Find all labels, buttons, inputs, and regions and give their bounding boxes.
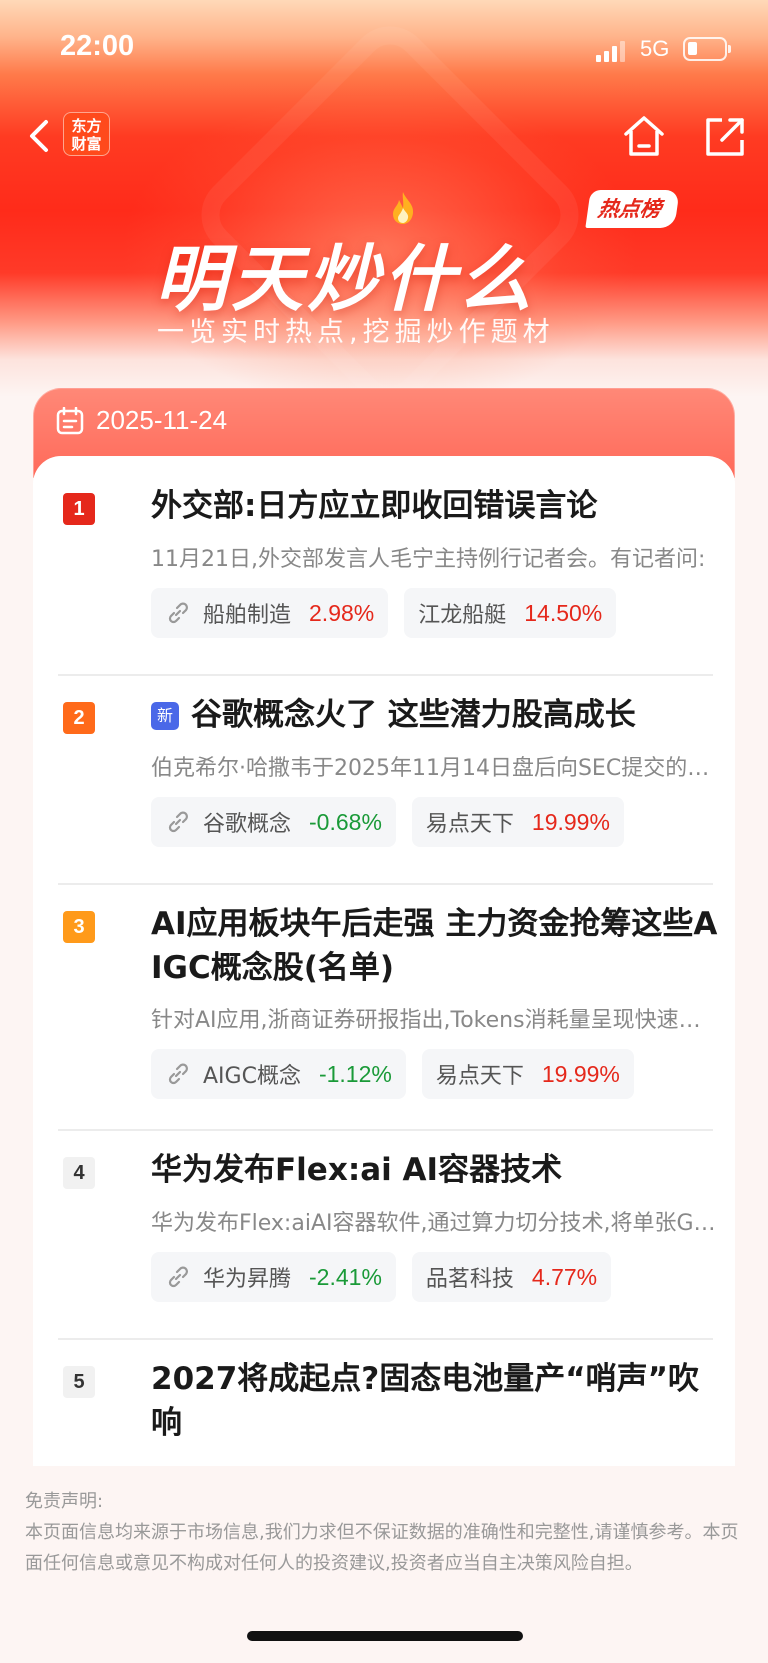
status-time: 22:00 — [60, 30, 135, 62]
tag-change: 4.77% — [531, 1263, 598, 1290]
home-button[interactable] — [620, 112, 668, 160]
tag-name: 华为昇腾 — [203, 1267, 292, 1292]
rank-badge: 4 — [63, 1157, 95, 1189]
tag-name: 品茗科技 — [425, 1267, 514, 1292]
stock-tag[interactable]: 易点天下 19.99% — [421, 1049, 634, 1099]
item-summary: 11月21日,外交部发言人毛宁主持例行记者会。有记者问: — [151, 547, 706, 572]
share-icon — [706, 118, 744, 156]
tag-change: 19.99% — [531, 808, 610, 835]
item-tags: 华为昇腾 -2.41% 品茗科技 4.77% — [151, 1252, 612, 1304]
item-title[interactable]: AI应用板块午后走强 主力资金抢筹这些AIGC概念股(名单) — [151, 902, 726, 990]
battery-icon — [683, 37, 731, 61]
share-button[interactable] — [700, 112, 748, 160]
tag-change: -0.68% — [309, 808, 382, 835]
item-tags: AIGC概念 -1.12% 易点天下 19.99% — [151, 1049, 634, 1101]
tag-change: 19.99% — [541, 1060, 620, 1087]
item-tags: 船舶制造 2.98% 江龙船艇 14.50% — [151, 588, 617, 640]
concept-tag[interactable]: 华为昇腾 -2.41% — [151, 1252, 396, 1302]
calendar-icon — [56, 407, 84, 435]
divider — [58, 883, 713, 885]
divider — [58, 674, 713, 676]
chevron-left-icon — [30, 120, 48, 152]
item-tags: 谷歌概念 -0.68% 易点天下 19.99% — [151, 797, 624, 849]
stock-tag[interactable]: 江龙船艇 14.50% — [404, 588, 617, 638]
item-title[interactable]: 2027将成起点?固态电池量产“哨声”吹响 — [151, 1357, 726, 1445]
rank-badge: 1 — [63, 493, 95, 525]
disclaimer: 免责声明: 本页面信息均来源于市场信息,我们力求但不保证数据的准确性和完整性,请… — [25, 1486, 745, 1579]
list-item[interactable]: 4 华为发布Flex:ai AI容器技术 华为发布Flex:aiAI容器软件,通… — [63, 1148, 721, 1308]
logo-line1: 东方 — [71, 117, 102, 135]
home-icon — [624, 116, 664, 156]
tag-name: 易点天下 — [435, 1064, 524, 1089]
link-icon — [168, 1266, 188, 1288]
hero-title-area: 明天炒什么 热点榜 一览实时热点,挖掘炒作题材 — [0, 190, 768, 360]
disclaimer-heading: 免责声明: — [25, 1491, 104, 1512]
divider — [58, 1338, 713, 1340]
network-label: 5G — [640, 36, 670, 61]
app-logo: 东方 财富 — [63, 112, 110, 156]
tag-change: -1.12% — [318, 1060, 392, 1087]
rank-badge: 2 — [63, 702, 95, 734]
back-button[interactable] — [22, 114, 62, 158]
date-label: 2025-11-24 — [96, 405, 228, 435]
item-summary: 华为发布Flex:aiAI容器软件,通过算力切分技术,将单张GPU — [151, 1211, 721, 1236]
stock-tag[interactable]: 品茗科技 4.77% — [411, 1252, 612, 1302]
tag-change: 14.50% — [524, 599, 603, 626]
concept-tag[interactable]: AIGC概念 -1.12% — [151, 1049, 406, 1099]
tag-name: AIGC概念 — [203, 1064, 301, 1089]
rank-badge: 3 — [63, 911, 95, 943]
new-badge: 新 — [151, 702, 179, 730]
tag-change: 2.98% — [309, 599, 375, 626]
link-icon — [168, 811, 188, 833]
signal-icon — [596, 40, 628, 62]
list-item[interactable]: 3 AI应用板块午后走强 主力资金抢筹这些AIGC概念股(名单) 针对AI应用,… — [63, 902, 721, 1107]
tag-name: 船舶制造 — [203, 603, 292, 628]
hot-list-badge: 热点榜 — [585, 190, 680, 228]
link-icon — [168, 1063, 188, 1085]
tag-name: 易点天下 — [425, 812, 514, 837]
page-subtitle: 一览实时热点,挖掘炒作题材 — [157, 317, 555, 348]
stock-tag[interactable]: 易点天下 19.99% — [411, 797, 624, 847]
disclaimer-body: 本页面信息均来源于市场信息,我们力求但不保证数据的准确性和完整性,请谨慎参考。本… — [25, 1522, 739, 1574]
status-bar: 22:00 5G — [0, 0, 768, 100]
divider — [58, 1129, 713, 1131]
logo-line2: 财富 — [71, 135, 102, 153]
tag-change: -2.41% — [309, 1263, 382, 1290]
list-item[interactable]: 2 新谷歌概念火了 这些潜力股高成长 伯克希尔·哈撒韦于2025年11月14日盘… — [63, 693, 721, 853]
tag-name: 江龙船艇 — [418, 603, 507, 628]
item-title[interactable]: 华为发布Flex:ai AI容器技术 — [151, 1148, 726, 1192]
item-summary: 伯克希尔·哈撒韦于2025年11月14日盘后向SEC提交的13F文件 — [151, 756, 721, 781]
item-title[interactable]: 新谷歌概念火了 这些潜力股高成长 — [151, 693, 726, 737]
list-item[interactable]: 5 2027将成起点?固态电池量产“哨声”吹响 — [63, 1357, 708, 1457]
item-title-text: 谷歌概念火了 这些潜力股高成长 — [191, 697, 636, 733]
list-item[interactable]: 1 外交部:日方应立即收回错误言论 11月21日,外交部发言人毛宁主持例行记者会… — [63, 484, 708, 644]
item-summary: 针对AI应用,浙商证券研报指出,Tokens消耗量呈现快速增长 — [151, 1008, 721, 1033]
link-icon — [168, 602, 188, 624]
item-title[interactable]: 外交部:日方应立即收回错误言论 — [151, 484, 726, 528]
home-indicator[interactable] — [247, 1631, 523, 1641]
concept-tag[interactable]: 谷歌概念 -0.68% — [151, 797, 396, 847]
concept-tag[interactable]: 船舶制造 2.98% — [151, 588, 389, 638]
rank-badge: 5 — [63, 1366, 95, 1398]
hot-topics-list: 1 外交部:日方应立即收回错误言论 11月21日,外交部发言人毛宁主持例行记者会… — [33, 456, 735, 1466]
tag-name: 谷歌概念 — [203, 812, 292, 837]
nav-bar: 东方 财富 — [0, 100, 768, 180]
